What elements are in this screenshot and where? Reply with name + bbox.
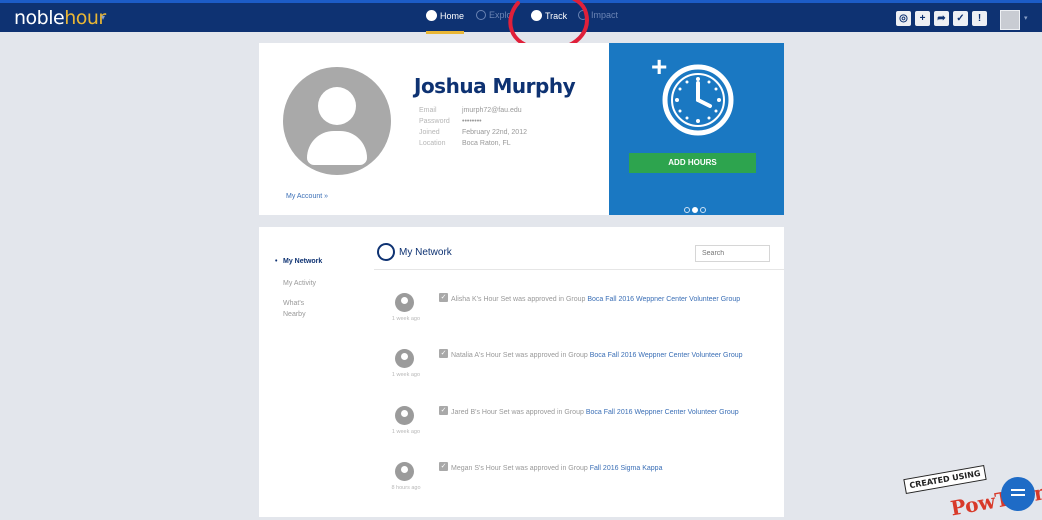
avatar[interactable] [395, 406, 414, 425]
logo-caret-icon[interactable]: ▾ [101, 13, 105, 22]
watermark-label: CREATED USING [903, 465, 987, 494]
feed-text: Megan S's Hour Set was approved in Group… [439, 462, 779, 476]
search-input[interactable] [695, 245, 770, 262]
compass-icon [476, 10, 486, 20]
add-hours-button[interactable]: ADD HOURS [629, 153, 756, 173]
user-menu-caret-icon[interactable]: ▾ [1024, 14, 1028, 22]
feed-message: Megan S's Hour Set was approved in Group [451, 465, 588, 472]
clock-icon [662, 64, 734, 136]
network-title: My Network [399, 247, 452, 258]
sidebar-item-my-activity[interactable]: My Activity [283, 278, 316, 289]
logo-accent-text: hour [64, 7, 106, 29]
sidebar-item-my-network[interactable]: • My Network [275, 256, 323, 267]
location-label: Location [419, 140, 446, 147]
profile-avatar[interactable] [283, 67, 391, 175]
menu-icon-line [1011, 489, 1025, 491]
group-link[interactable]: Boca Fall 2016 Weppner Center Volunteer … [586, 409, 739, 416]
sidebar-item-label: What's Nearby [283, 300, 306, 318]
group-link[interactable]: Boca Fall 2016 Weppner Center Volunteer … [587, 296, 740, 303]
avatar[interactable] [395, 462, 414, 481]
profile-password-row: Password •••••••• [419, 118, 482, 125]
profile-joined-row: Joined February 22nd, 2012 [419, 129, 527, 136]
avatar[interactable] [395, 349, 414, 368]
group-link[interactable]: Boca Fall 2016 Weppner Center Volunteer … [590, 352, 743, 359]
feed-timestamp: 1 week ago [391, 316, 421, 322]
my-account-link[interactable]: My Account » [286, 193, 328, 200]
email-label: Email [419, 107, 437, 114]
profile-email-row: Email jmurph72@fau.edu [419, 107, 522, 114]
menu-button[interactable] [1001, 477, 1035, 511]
sidebar-item-label: My Network [283, 258, 323, 265]
sidebar-item-label: My Activity [283, 280, 317, 287]
profile-name: Joshua Murphy [414, 74, 576, 98]
share-icon[interactable]: ➦ [934, 11, 949, 26]
sidebar-item-whats-nearby[interactable]: What's Nearby [283, 298, 323, 320]
carousel-dots [684, 200, 708, 218]
globe-icon [377, 243, 395, 261]
active-bullet: • [275, 258, 278, 265]
noblehour-logo[interactable]: noblehour [14, 7, 106, 29]
add-hours-panel: + ADD HOURS [609, 43, 784, 215]
nav-home-label: Home [440, 11, 465, 21]
nav-impact-label: Impact [591, 10, 619, 20]
network-card: • My Network My Activity What's Nearby M… [259, 227, 784, 517]
location-value: Boca Raton, FL [462, 140, 511, 147]
profile-card: My Account » Joshua Murphy Email jmurph72… [259, 43, 609, 215]
menu-icon-line [1011, 494, 1025, 496]
alert-icon[interactable]: ! [972, 11, 987, 26]
top-nav-bar: noblehour ▾ Home Explo Track Impact ◎ + … [0, 0, 1042, 52]
logo-text: noble [14, 7, 65, 29]
check-icon[interactable]: ✓ [953, 11, 968, 26]
divider [374, 269, 784, 270]
user-avatar[interactable] [1000, 10, 1020, 30]
plus-icon[interactable]: + [915, 11, 930, 26]
feed-text: Natalia A's Hour Set was approved in Gro… [439, 349, 769, 363]
active-tab-indicator [426, 31, 465, 34]
carousel-dot-active[interactable] [692, 207, 698, 213]
profile-location-row: Location Boca Raton, FL [419, 140, 511, 147]
joined-label: Joined [419, 129, 440, 136]
email-value: jmurph72@fau.edu [462, 107, 522, 114]
group-link[interactable]: Fall 2016 Sigma Kappa [590, 465, 663, 472]
avatar-body-shape [307, 131, 367, 165]
feed-timestamp: 1 week ago [391, 372, 421, 378]
feed-timestamp: 1 week ago [391, 429, 421, 435]
avatar[interactable] [395, 293, 414, 312]
feed-message: Alisha K's Hour Set was approved in Grou… [451, 296, 586, 303]
avatar-head-shape [318, 87, 356, 125]
home-icon [426, 10, 437, 21]
nav-home[interactable]: Home [426, 10, 465, 34]
feed-timestamp: 8 hours ago [391, 485, 421, 491]
chat-icon[interactable]: ◎ [896, 11, 911, 26]
feed-text: Jared B's Hour Set was approved in Group… [439, 406, 779, 420]
feed-message: Natalia A's Hour Set was approved in Gro… [451, 352, 588, 359]
joined-value: February 22nd, 2012 [462, 129, 527, 136]
feed-text: Alisha K's Hour Set was approved in Grou… [439, 293, 779, 307]
carousel-dot[interactable] [684, 207, 690, 213]
password-value: •••••••• [462, 118, 482, 125]
password-label: Password [419, 118, 450, 125]
carousel-dot[interactable] [700, 207, 706, 213]
feed-message: Jared B's Hour Set was approved in Group [451, 409, 584, 416]
